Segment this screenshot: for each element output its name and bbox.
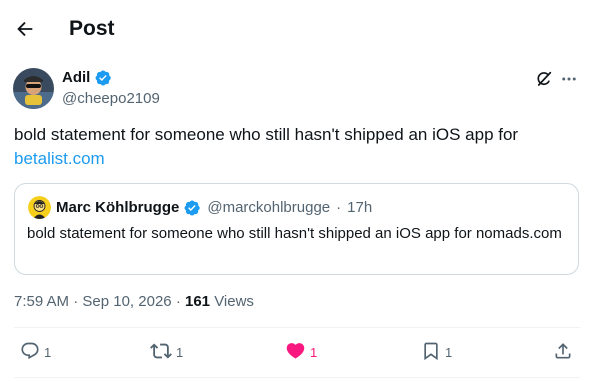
reply-button[interactable]: 1 (20, 340, 51, 366)
grok-icon[interactable] (533, 68, 555, 90)
divider (14, 377, 580, 378)
quote-author-handle: @marckohlbrugge (207, 199, 331, 216)
post-time[interactable]: 7:59 AM (14, 293, 69, 310)
quote-header: Marc Köhlbrugge @marckohlbrugge · 17h (56, 198, 372, 218)
bookmark-icon (421, 341, 441, 366)
quote-author-name: Marc Köhlbrugge (56, 199, 180, 216)
action-bar: 1 1 1 1 (0, 340, 600, 366)
author-handle[interactable]: @cheepo2109 (62, 89, 160, 109)
quote-text: bold statement for someone who still has… (27, 225, 562, 242)
page-title: Post (69, 17, 115, 40)
verified-badge-icon (94, 69, 112, 87)
tweet-text: bold statement for someone who still has… (14, 123, 584, 171)
tweet-link[interactable]: betalist.com (14, 149, 105, 168)
tweet-body: bold statement for someone who still has… (14, 125, 519, 144)
repost-icon (150, 340, 172, 367)
reply-icon (20, 341, 40, 366)
share-icon (553, 341, 573, 366)
like-count: 1 (310, 345, 318, 360)
author-avatar[interactable] (13, 68, 54, 109)
quote-time: 17h (347, 199, 373, 216)
repost-button[interactable]: 1 (150, 340, 183, 366)
views-label: Views (214, 293, 254, 310)
author-name[interactable]: Adil (62, 68, 90, 88)
divider (14, 327, 580, 328)
bookmark-count: 1 (445, 345, 453, 360)
repost-count: 1 (176, 345, 184, 360)
quote-verified-badge-icon (183, 199, 201, 217)
views-count: 161 (184, 293, 211, 310)
like-button[interactable]: 1 (285, 340, 317, 366)
share-button[interactable] (553, 340, 573, 366)
quote-separator: · (336, 199, 342, 216)
more-options-icon[interactable] (558, 68, 580, 90)
meta-separator: · (175, 293, 181, 310)
back-arrow-icon[interactable] (12, 16, 38, 42)
post-header: Post (0, 0, 600, 58)
reply-count: 1 (44, 345, 52, 360)
post-timestamp-row: 7:59 AM · Sep 10, 2026 · 161 Views (14, 292, 254, 312)
bookmark-button[interactable]: 1 (421, 340, 452, 366)
meta-separator: · (73, 293, 79, 310)
author-name-row: Adil (62, 68, 112, 88)
quote-author-avatar (28, 196, 51, 219)
heart-icon (285, 340, 306, 366)
quoted-post-card[interactable]: Marc Köhlbrugge @marckohlbrugge · 17h bo… (14, 183, 579, 275)
post-date[interactable]: Sep 10, 2026 (82, 293, 171, 310)
